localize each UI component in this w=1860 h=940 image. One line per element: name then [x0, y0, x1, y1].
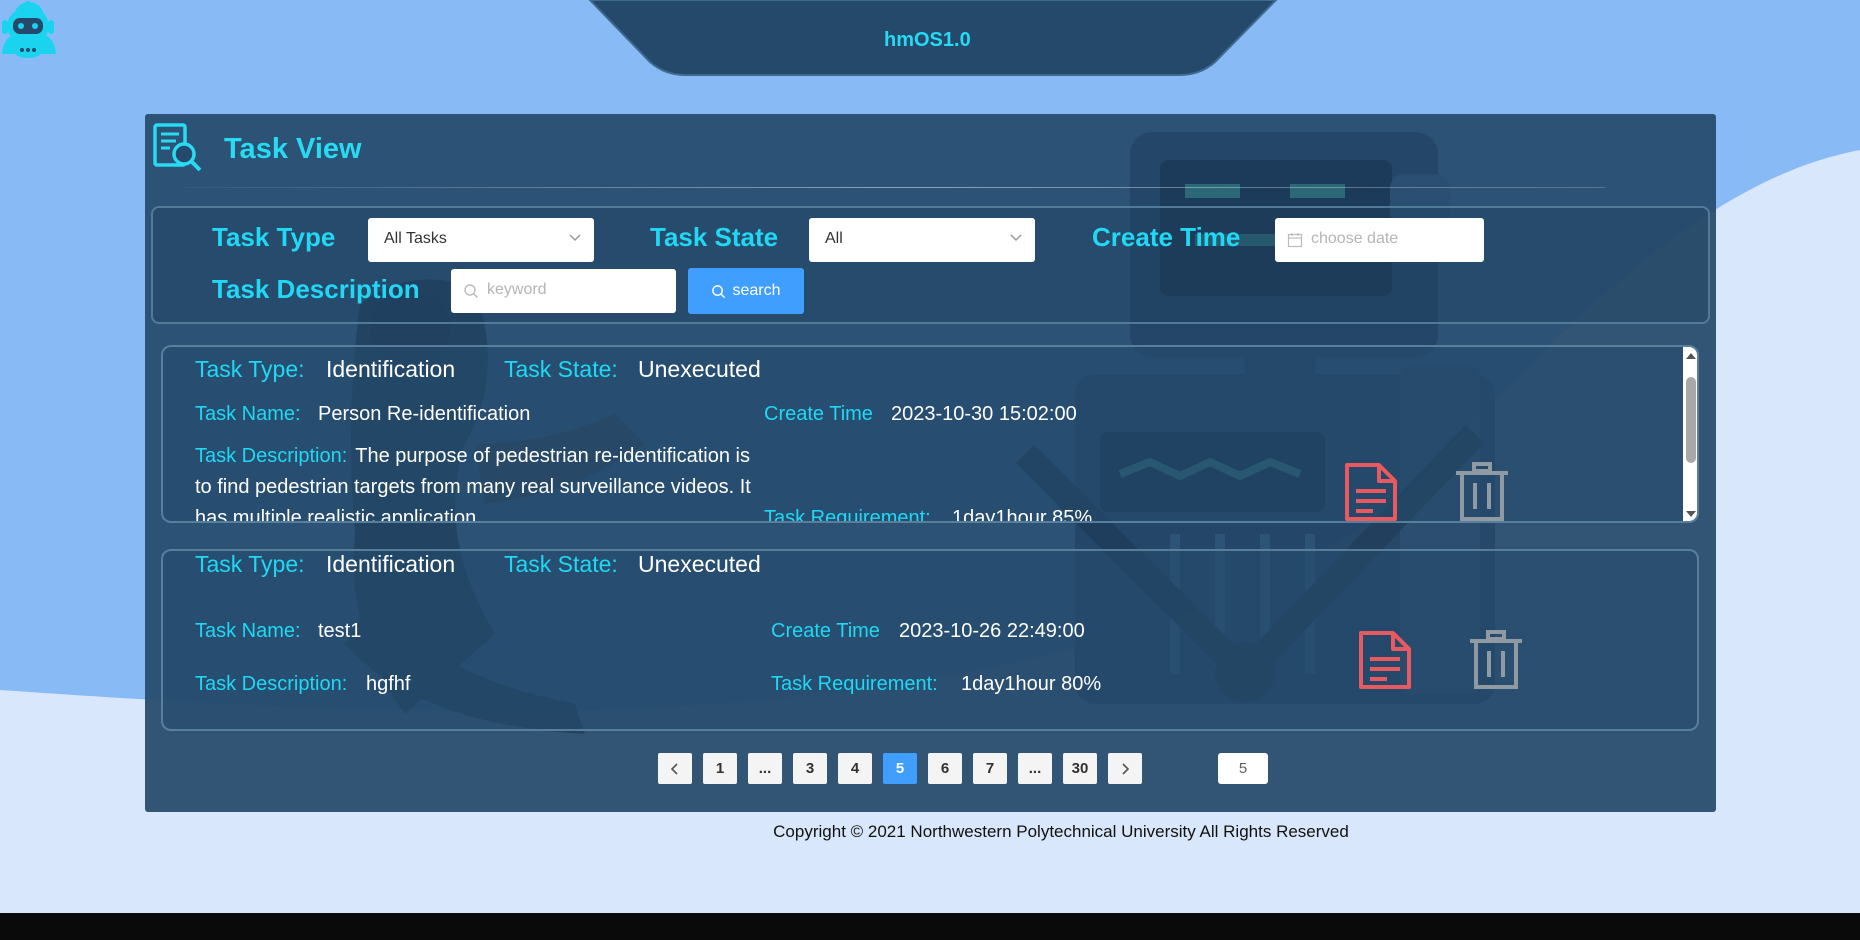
- create-time-label: Create Time: [764, 403, 873, 425]
- task-type-label: Task Type:: [195, 356, 305, 382]
- task-state-value: Unexecuted: [638, 356, 761, 382]
- calendar-icon: [1287, 233, 1303, 248]
- create-time-placeholder: choose date: [1311, 230, 1399, 247]
- bottom-bar: [0, 913, 1860, 940]
- title-divider: [185, 187, 1605, 188]
- task-name-label: Task Name:: [195, 403, 301, 425]
- page-button[interactable]: 1: [703, 753, 737, 784]
- page-jump-input[interactable]: 5: [1218, 753, 1268, 784]
- chevron-left-icon: [670, 762, 678, 775]
- scroll-up-icon[interactable]: [1683, 349, 1699, 363]
- page-button[interactable]: 4: [838, 753, 872, 784]
- task-state-label: Task State:: [504, 551, 618, 577]
- task-name-value: Person Re-identification: [318, 403, 531, 425]
- pagination: 1 ... 3 4 5 6 7 ... 30 5: [145, 753, 1716, 785]
- task-type-select[interactable]: All Tasks: [368, 218, 594, 262]
- task-requirement-value: 1day1hour 80%: [961, 673, 1102, 695]
- keyword-placeholder: keyword: [487, 281, 547, 298]
- document-icon[interactable]: [1343, 461, 1399, 523]
- search-button-label: search: [732, 282, 781, 299]
- chevron-down-icon: [1010, 234, 1022, 242]
- task-description-value: hgfhf: [366, 673, 411, 695]
- task-requirement-value: 1day1hour 85%: [952, 507, 1093, 523]
- search-button[interactable]: search: [688, 268, 804, 314]
- task-type-value: Identification: [326, 551, 456, 577]
- task-view-panel: Task View Task Type All Tasks Task State…: [145, 114, 1716, 812]
- task-name-value: test1: [318, 620, 362, 642]
- task-type-value: Identification: [326, 356, 456, 382]
- document-icon[interactable]: [1357, 629, 1413, 691]
- app-title: hmOS1.0: [884, 29, 971, 51]
- keyword-input[interactable]: keyword: [451, 269, 676, 313]
- task-description: Task Description: The purpose of pedestri…: [195, 441, 765, 521]
- page-button[interactable]: 3: [793, 753, 827, 784]
- task-state-value: Unexecuted: [638, 551, 761, 577]
- task-requirement-label: Task Requirement:: [771, 673, 938, 695]
- search-icon: [464, 284, 478, 298]
- task-card[interactable]: Task Type: Identification Task State: Un…: [161, 549, 1699, 731]
- search-icon: [712, 284, 726, 298]
- chevron-right-icon: [1122, 762, 1130, 775]
- copyright-text: Copyright © 2021 Northwestern Polytechni…: [773, 822, 1349, 841]
- task-type-value: All Tasks: [384, 230, 447, 247]
- create-time-picker[interactable]: choose date: [1275, 218, 1484, 262]
- page-button[interactable]: 30: [1063, 753, 1097, 784]
- task-description-label: Task Description: [212, 274, 420, 304]
- page-button-current[interactable]: 5: [883, 753, 917, 784]
- page-button[interactable]: 6: [928, 753, 962, 784]
- trash-icon[interactable]: [1453, 461, 1511, 523]
- create-time-value: 2023-10-26 22:49:00: [899, 620, 1085, 642]
- prev-page-button[interactable]: [658, 753, 692, 784]
- task-description-label: Task Description:: [195, 673, 348, 695]
- task-state-label: Task State:: [504, 356, 618, 382]
- task-card[interactable]: Task Type: Identification Task State: Un…: [161, 345, 1699, 523]
- robot-icon[interactable]: [0, 0, 56, 60]
- top-header: hmOS1.0: [0, 0, 1860, 80]
- scroll-down-icon[interactable]: [1683, 507, 1699, 521]
- task-type-label: Task Type: [212, 222, 336, 252]
- task-state-value: All: [825, 230, 843, 247]
- task-requirement-label: Task Requirement:: [764, 507, 931, 523]
- trash-icon[interactable]: [1467, 629, 1525, 691]
- task-description-label: Task Description:: [195, 445, 348, 467]
- task-state-select[interactable]: All: [809, 218, 1035, 262]
- page-button[interactable]: 7: [973, 753, 1007, 784]
- create-time-label: Create Time: [771, 620, 880, 642]
- chevron-down-icon: [569, 234, 581, 242]
- card-scrollbar[interactable]: [1683, 347, 1699, 521]
- create-time-label: Create Time: [1092, 222, 1241, 252]
- page-ellipsis-button[interactable]: ...: [748, 753, 782, 784]
- task-name-label: Task Name:: [195, 620, 301, 642]
- task-type-label: Task Type:: [195, 551, 305, 577]
- create-time-value: 2023-10-30 15:02:00: [891, 403, 1077, 425]
- page-ellipsis-button[interactable]: ...: [1018, 753, 1052, 784]
- scroll-thumb[interactable]: [1686, 377, 1696, 463]
- next-page-button[interactable]: [1108, 753, 1142, 784]
- task-state-label: Task State: [650, 222, 779, 252]
- task-search-icon: [153, 123, 202, 172]
- panel-title: Task View: [224, 133, 362, 165]
